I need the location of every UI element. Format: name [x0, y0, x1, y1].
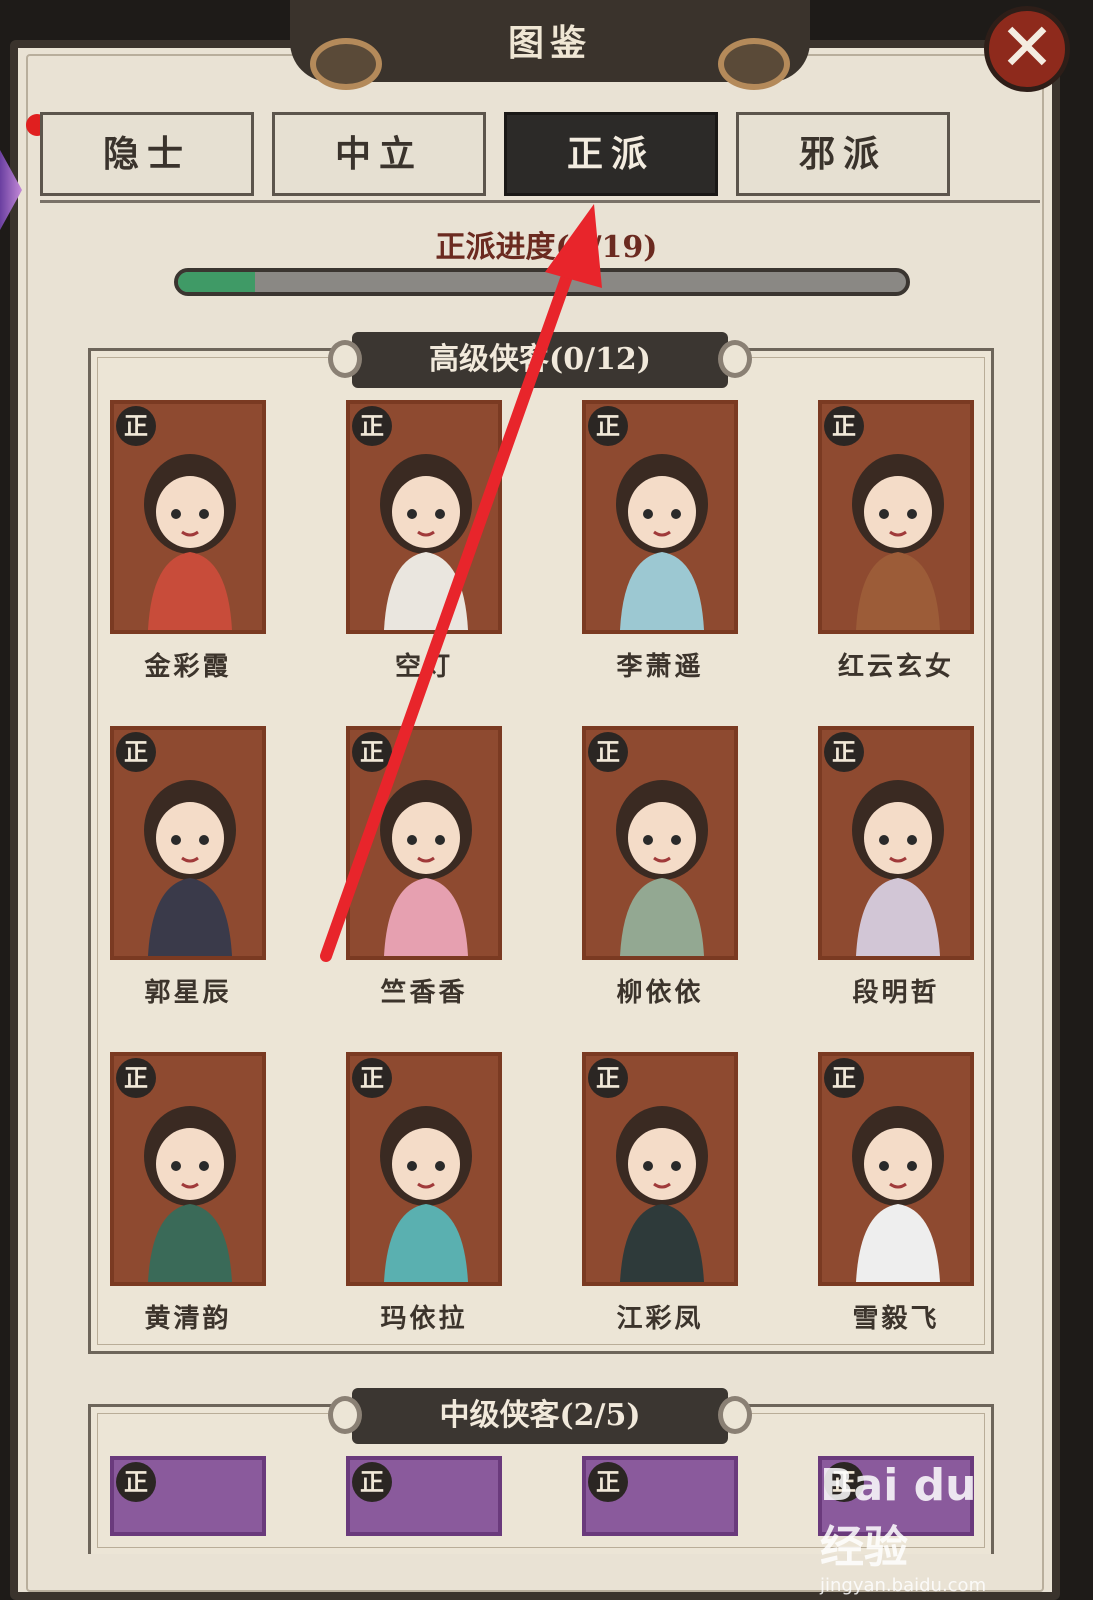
faction-badge: 正	[824, 732, 864, 772]
hero-portrait-icon	[380, 780, 472, 956]
close-icon: ✕	[999, 9, 1055, 86]
hero-card[interactable]: 正	[582, 726, 738, 960]
hero-portrait-icon	[380, 454, 472, 630]
hero-portrait-icon	[144, 780, 236, 956]
hero-portrait-icon	[852, 1106, 944, 1282]
title-plaque: 图鉴	[290, 0, 810, 90]
progress-bar	[174, 268, 910, 296]
hero-name: 柳依依	[616, 978, 704, 1008]
section-header-high: 高级侠客(0/12)	[328, 332, 752, 388]
hero-portrait-icon	[616, 1106, 708, 1282]
tab-divider	[40, 200, 1040, 203]
faction-badge: 正	[824, 406, 864, 446]
curl-ornament-icon	[328, 1396, 362, 1434]
tab-neutral[interactable]: 中立	[272, 112, 486, 196]
hero-card[interactable]: 正	[110, 400, 266, 634]
curl-ornament-icon	[328, 340, 362, 378]
faction-badge: 正	[352, 732, 392, 772]
faction-badge: 正	[352, 1058, 392, 1098]
hero-card[interactable]: 正	[346, 726, 502, 960]
hero-name: 金彩霞	[144, 652, 232, 682]
hero-name: 空灯	[394, 652, 453, 682]
baidu-watermark: Bai du 经验 jingyan.baidu.com	[820, 1460, 1020, 1596]
hero-name: 竺香香	[380, 978, 468, 1008]
faction-badge: 正	[116, 1058, 156, 1098]
hero-card[interactable]: 正	[346, 400, 502, 634]
progress-fill	[178, 272, 255, 292]
faction-badge: 正	[352, 406, 392, 446]
hero-name: 江彩凤	[616, 1304, 704, 1334]
section-title: 高级侠客(0/12)	[429, 342, 651, 377]
faction-badge: 正	[588, 406, 628, 446]
hero-card[interactable]: 正	[818, 726, 974, 960]
hero-name: 雪毅飞	[852, 1304, 940, 1334]
hero-portrait-icon	[616, 780, 708, 956]
hero-card[interactable]: 正	[110, 1456, 266, 1536]
watermark-brand: Bai du 经验	[820, 1460, 977, 1573]
curl-ornament-icon	[718, 1396, 752, 1434]
hero-name: 李萧遥	[616, 652, 704, 682]
faction-tabs: 隐士 中立 正派 邪派	[40, 112, 1040, 198]
hero-card[interactable]: 正	[582, 1052, 738, 1286]
faction-badge: 正	[116, 732, 156, 772]
tab-hermit[interactable]: 隐士	[40, 112, 254, 196]
hero-portrait-icon	[144, 1106, 236, 1282]
hero-card[interactable]: 正	[818, 400, 974, 634]
faction-badge: 正	[116, 406, 156, 446]
watermark-url: jingyan.baidu.com	[820, 1575, 987, 1596]
hero-portrait-icon	[380, 1106, 472, 1282]
curl-ornament-icon	[718, 340, 752, 378]
hero-card[interactable]: 正	[110, 726, 266, 960]
page-title: 图鉴	[507, 22, 592, 64]
hero-portrait-icon	[616, 454, 708, 630]
hero-portrait-icon	[852, 454, 944, 630]
hero-portrait-icon	[852, 780, 944, 956]
tab-righteous[interactable]: 正派	[504, 112, 718, 196]
faction-badge: 正	[588, 732, 628, 772]
progress-label: 正派进度(2/19)	[435, 230, 658, 265]
section-header-mid: 中级侠客(2/5)	[328, 1388, 752, 1444]
faction-badge: 正	[588, 1058, 628, 1098]
faction-badge: 正	[588, 1462, 628, 1502]
hero-name: 黄清韵	[144, 1304, 232, 1334]
hero-card[interactable]: 正	[346, 1456, 502, 1536]
faction-badge: 正	[352, 1462, 392, 1502]
close-button[interactable]: ✕	[984, 6, 1070, 92]
hero-card[interactable]: 正	[818, 1052, 974, 1286]
hero-card[interactable]: 正	[346, 1052, 502, 1286]
hero-name: 郭星辰	[144, 978, 232, 1008]
hero-name: 玛依拉	[380, 1304, 468, 1334]
faction-badge: 正	[116, 1462, 156, 1502]
section-title: 中级侠客(2/5)	[439, 1398, 641, 1433]
hero-name: 红云玄女	[837, 652, 954, 682]
hero-name: 段明哲	[852, 978, 940, 1008]
hero-card[interactable]: 正	[582, 400, 738, 634]
faction-badge: 正	[824, 1058, 864, 1098]
hero-card[interactable]: 正	[110, 1052, 266, 1286]
hero-card[interactable]: 正	[582, 1456, 738, 1536]
hero-portrait-icon	[144, 454, 236, 630]
tab-evil[interactable]: 邪派	[736, 112, 950, 196]
